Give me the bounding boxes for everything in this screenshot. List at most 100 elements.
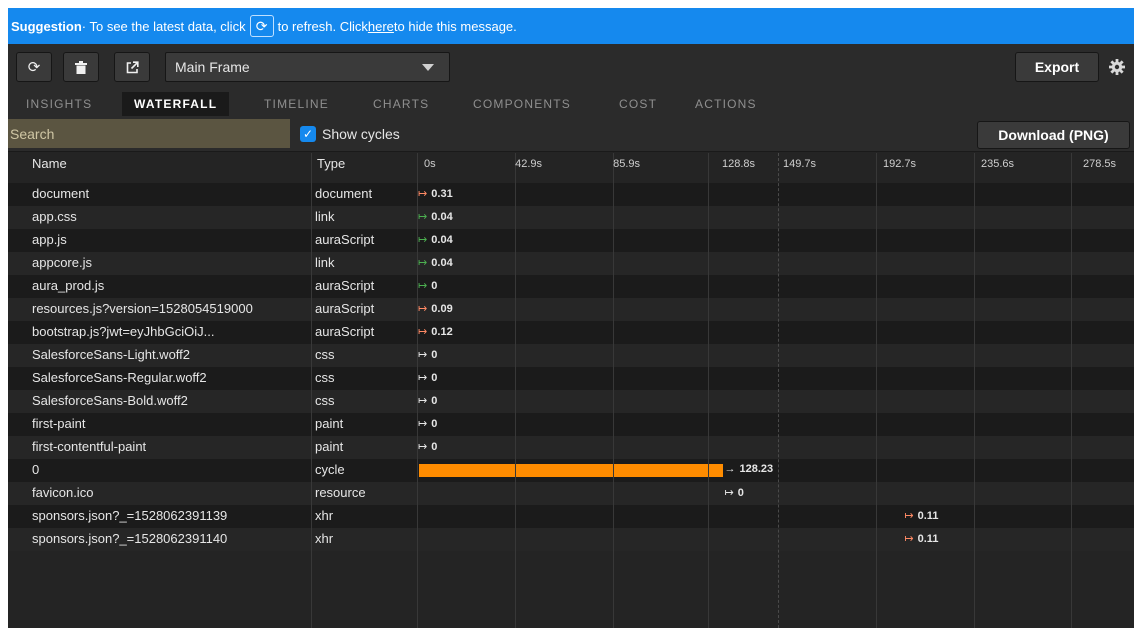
row-name: document: [32, 186, 90, 201]
table-row[interactable]: resources.js?version=1528054519000 auraSc…: [8, 298, 1134, 321]
duration-marker: ↦ 0: [418, 394, 437, 407]
row-name: sponsors.json?_=1528062391139: [32, 508, 228, 523]
tab-bar: INSIGHTS WATERFALL TIMELINE CHARTS COMPO…: [8, 92, 1134, 116]
refresh-button[interactable]: ⟳: [16, 52, 52, 82]
grid-line: [974, 153, 975, 628]
row-type: auraScript: [315, 278, 375, 293]
table-row[interactable]: SalesforceSans-Light.woff2 css ↦ 0: [8, 344, 1134, 367]
tab-waterfall[interactable]: WATERFALL: [122, 92, 230, 116]
table-row[interactable]: SalesforceSans-Bold.woff2 css ↦ 0: [8, 390, 1134, 413]
checkmark-icon: ✓: [300, 126, 316, 142]
duration-value: 0: [428, 349, 438, 361]
duration-value: 0.04: [428, 257, 453, 269]
table-row[interactable]: first-paint paint ↦ 0: [8, 413, 1134, 436]
external-link-icon: [126, 60, 139, 73]
search-input[interactable]: [8, 119, 290, 148]
row-type: auraScript: [315, 324, 375, 339]
duration-value: 0.04: [428, 234, 453, 246]
table-row[interactable]: appcore.js link ↦ 0.04: [8, 252, 1134, 275]
cycle-bar[interactable]: [419, 464, 724, 477]
tab-cost[interactable]: COST: [619, 92, 657, 116]
row-type: paint: [315, 416, 344, 431]
banner-text-before: · To see the latest data, click: [81, 18, 246, 34]
table-row[interactable]: bootstrap.js?jwt=eyJhbGciOiJ... auraScrip…: [8, 321, 1134, 344]
timeline-tick-label: 0s: [424, 158, 436, 170]
waterfall-table: document document ↦ 0.31 app.css link ↦ 0.04 a…: [8, 153, 1134, 628]
table-row[interactable]: app.css link ↦ 0.04: [8, 206, 1134, 229]
arrow-right-icon: ↦: [418, 211, 428, 223]
banner-refresh-icon[interactable]: ⟳: [249, 15, 274, 37]
duration-value: 0.04: [428, 211, 453, 223]
duration-marker: ↦ 0.11: [904, 509, 938, 522]
duration-marker: ↦ 0.04: [418, 233, 453, 246]
row-name: appcore.js: [32, 255, 92, 270]
timeline-tick-label: 192.7s: [882, 158, 916, 170]
clear-button[interactable]: [63, 52, 99, 82]
table-row[interactable]: favicon.ico resource ↦ 0: [8, 482, 1134, 505]
table-row[interactable]: aura_prod.js auraScript ↦ 0: [8, 275, 1134, 298]
tab-components[interactable]: COMPONENTS: [473, 92, 571, 116]
row-name: app.js: [32, 232, 67, 247]
table-header: Name Type 0s 42.9s 85.9s 128.8s 149.7s 192.7s…: [8, 153, 1134, 175]
duration-value: 0: [428, 372, 438, 384]
tab-insights[interactable]: INSIGHTS: [26, 92, 92, 116]
timeline-tick-label: 128.8s: [721, 158, 755, 170]
show-cycles-checkbox[interactable]: ✓ Show cycles: [300, 125, 400, 143]
duration-value: 0.12: [428, 326, 453, 338]
timeline-tick-label: 149.7s: [782, 158, 816, 170]
suggestion-banner: Suggestion · To see the latest data, cli…: [8, 8, 1134, 44]
table-row[interactable]: sponsors.json?_=1528062391139 xhr ↦ 0.11: [8, 505, 1134, 528]
toolbar: ⟳ Main Frame Export: [8, 44, 1134, 92]
duration-value: 0: [428, 280, 438, 292]
grid-line: [311, 153, 312, 628]
duration-marker: ↦ 0: [724, 486, 743, 499]
duration-value: 0: [428, 418, 438, 430]
row-type: link: [315, 255, 335, 270]
export-button[interactable]: Export: [1015, 52, 1099, 82]
column-header-type[interactable]: Type: [317, 156, 345, 171]
row-type: auraScript: [315, 301, 375, 316]
gear-icon[interactable]: [1108, 58, 1126, 76]
duration-value: 0.11: [914, 510, 939, 522]
tab-timeline[interactable]: TIMELINE: [264, 92, 329, 116]
duration-marker: → 128.23: [724, 463, 773, 475]
grid-line: [417, 153, 418, 628]
arrow-right-icon: ↦: [418, 188, 428, 200]
arrow-right-icon: ↦: [418, 257, 428, 269]
grid-line: [1071, 153, 1072, 628]
row-name: first-paint: [32, 416, 86, 431]
frame-select[interactable]: Main Frame: [165, 52, 450, 82]
table-row[interactable]: 0 cycle → 128.23: [8, 459, 1134, 482]
popout-button[interactable]: [114, 52, 150, 82]
table-row[interactable]: SalesforceSans-Regular.woff2 css ↦ 0: [8, 367, 1134, 390]
row-type: xhr: [315, 531, 334, 546]
row-name: first-contentful-paint: [32, 439, 147, 454]
duration-marker: ↦ 0.04: [418, 210, 453, 223]
row-type: css: [315, 393, 335, 408]
duration-marker: ↦ 0.31: [418, 187, 453, 200]
row-type: document: [315, 186, 373, 201]
hide-message-link[interactable]: here: [368, 19, 394, 34]
timeline-tick-label: 235.6s: [980, 158, 1014, 170]
arrow-right-icon: ↦: [418, 395, 428, 407]
tab-actions[interactable]: ACTIONS: [695, 92, 757, 116]
duration-marker: ↦ 0.12: [418, 325, 453, 338]
arrow-right-icon: ↦: [904, 510, 914, 522]
duration-value: 128.23: [736, 463, 774, 475]
devtools-panel: Suggestion · To see the latest data, cli…: [8, 8, 1134, 628]
frame-select-value: Main Frame: [175, 59, 250, 75]
table-row[interactable]: first-contentful-paint paint ↦ 0: [8, 436, 1134, 459]
timeline-tick-label: 42.9s: [515, 158, 542, 170]
column-header-name[interactable]: Name: [32, 156, 67, 171]
download-png-button[interactable]: Download (PNG): [977, 121, 1130, 149]
table-row[interactable]: app.js auraScript ↦ 0.04: [8, 229, 1134, 252]
row-name: app.css: [32, 209, 77, 224]
table-row[interactable]: document document ↦ 0.31: [8, 183, 1134, 206]
row-name: favicon.ico: [32, 485, 94, 500]
table-row[interactable]: sponsors.json?_=1528062391140 xhr ↦ 0.11: [8, 528, 1134, 551]
tab-charts[interactable]: CHARTS: [373, 92, 429, 116]
row-name: SalesforceSans-Light.woff2: [32, 347, 191, 362]
duration-marker: ↦ 0: [418, 371, 437, 384]
duration-marker: ↦ 0.11: [904, 532, 938, 545]
duration-marker: ↦ 0: [418, 440, 437, 453]
